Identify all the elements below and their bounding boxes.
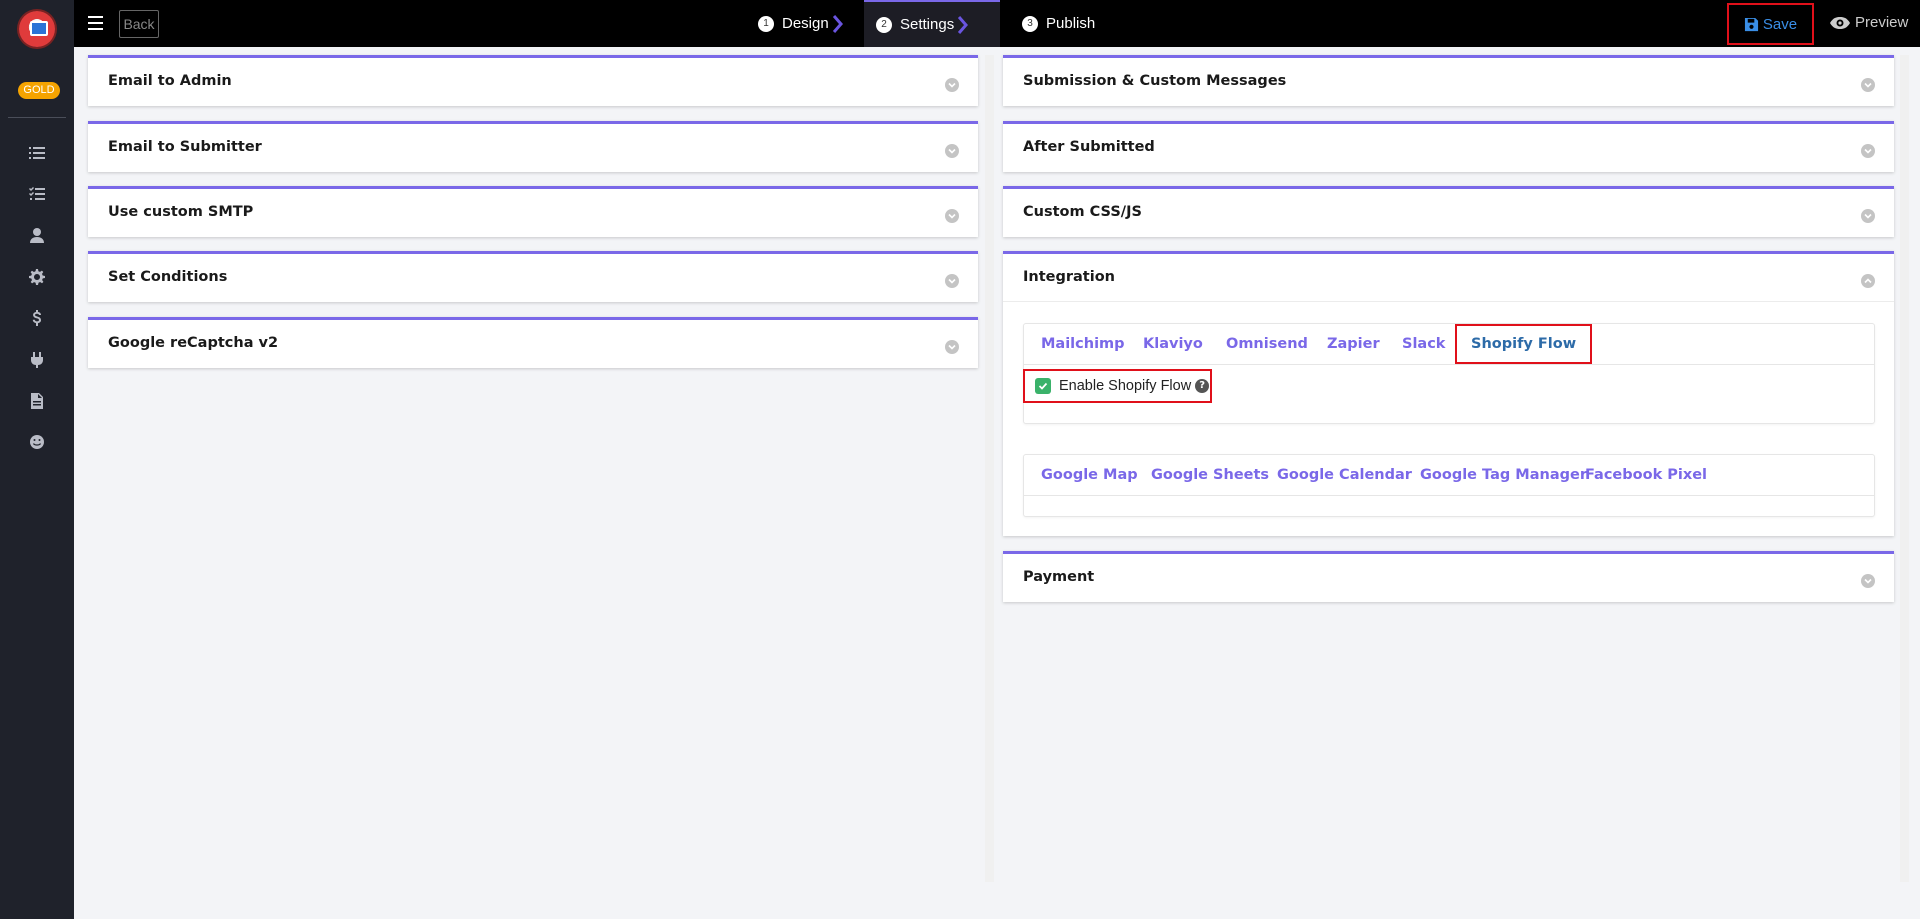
panel-title: Submission & Custom Messages: [1023, 73, 1287, 89]
chevron-down-icon[interactable]: [945, 144, 959, 158]
chevron-down-icon[interactable]: [1861, 574, 1875, 588]
floppy-disk-icon: [1744, 17, 1758, 31]
panel-title: Custom CSS/JS: [1023, 204, 1142, 220]
chevron-right-icon: [958, 15, 969, 34]
user-icon[interactable]: [27, 225, 47, 245]
back-button[interactable]: Back: [119, 10, 159, 38]
checkmark-icon: [1038, 382, 1048, 390]
gear-icon[interactable]: [27, 267, 47, 287]
chevron-right-icon: [832, 14, 843, 33]
chevron-up-icon[interactable]: [1861, 274, 1875, 288]
panel-after-submitted[interactable]: After Submitted: [1003, 121, 1894, 172]
plug-icon[interactable]: [27, 350, 47, 370]
enable-shopify-flow-option[interactable]: Enable Shopify Flow ?: [1023, 369, 1212, 403]
step-label: Settings: [900, 16, 955, 33]
enable-shopify-flow-label: Enable Shopify Flow: [1059, 378, 1192, 394]
panel-title: Integration: [1023, 269, 1115, 285]
panel-title: Set Conditions: [108, 269, 228, 285]
chevron-down-icon[interactable]: [945, 274, 959, 288]
tab-klaviyo[interactable]: Klaviyo: [1143, 324, 1203, 365]
chevron-down-icon[interactable]: [1861, 209, 1875, 223]
integration-tabs-secondary: Google Map Google Sheets Google Calendar…: [1023, 454, 1875, 517]
tab-google-map[interactable]: Google Map: [1041, 455, 1138, 496]
preview-button[interactable]: Preview: [1829, 14, 1908, 31]
preview-label: Preview: [1855, 14, 1909, 31]
top-bar: Back 1 Design 2 Settings 3 Publish Save …: [74, 0, 1920, 47]
integration-header[interactable]: Integration: [1003, 254, 1894, 302]
tab-facebook-pixel[interactable]: Facebook Pixel: [1585, 455, 1707, 496]
checklist-icon[interactable]: [27, 184, 47, 204]
chevron-down-icon[interactable]: [945, 340, 959, 354]
tab-shopify-flow[interactable]: Shopify Flow: [1455, 324, 1593, 364]
hamburger-menu-icon[interactable]: [88, 16, 103, 30]
step-publish[interactable]: 3 Publish: [1022, 0, 1132, 47]
step-number: 2: [876, 16, 892, 33]
panel-use-custom-smtp[interactable]: Use custom SMTP: [88, 186, 978, 237]
step-label: Publish: [1046, 15, 1096, 32]
eye-icon: [1830, 16, 1850, 29]
chevron-down-icon[interactable]: [1861, 144, 1875, 158]
panel-title: After Submitted: [1023, 139, 1155, 155]
plan-badge: GOLD: [18, 82, 60, 99]
smiley-icon[interactable]: [27, 432, 47, 452]
step-number: 1: [758, 15, 774, 32]
panel-google-recaptcha[interactable]: Google reCaptcha v2: [88, 317, 978, 368]
tab-slack[interactable]: Slack: [1402, 324, 1445, 365]
tab-google-tag-manager[interactable]: Google Tag Manager: [1420, 455, 1587, 496]
tab-row: Google Map Google Sheets Google Calendar…: [1024, 455, 1874, 496]
chevron-down-icon[interactable]: [945, 209, 959, 223]
tab-google-sheets[interactable]: Google Sheets: [1151, 455, 1269, 496]
panel-title: Email to Submitter: [108, 139, 262, 155]
right-column-scrollbar[interactable]: [1900, 55, 1909, 882]
chevron-down-icon[interactable]: [1861, 78, 1875, 92]
panel-title: Google reCaptcha v2: [108, 335, 279, 351]
panel-title: Use custom SMTP: [108, 204, 254, 220]
save-label: Save: [1762, 15, 1798, 33]
sidebar: GOLD: [0, 0, 74, 919]
tab-google-calendar[interactable]: Google Calendar: [1277, 455, 1412, 496]
chevron-down-icon[interactable]: [945, 78, 959, 92]
panel-title: Email to Admin: [108, 73, 232, 89]
document-icon[interactable]: [27, 391, 47, 411]
dollar-icon[interactable]: [27, 308, 47, 328]
app-logo[interactable]: [19, 11, 55, 47]
tab-row: Mailchimp Klaviyo Omnisend Zapier Slack …: [1024, 324, 1874, 365]
panel-email-to-admin[interactable]: Email to Admin: [88, 55, 978, 106]
enable-shopify-flow-checkbox[interactable]: [1035, 378, 1051, 394]
step-settings[interactable]: 2 Settings: [864, 0, 1000, 47]
panel-email-to-submitter[interactable]: Email to Submitter: [88, 121, 978, 172]
sidebar-divider: [8, 117, 66, 118]
save-button[interactable]: Save: [1727, 3, 1814, 45]
help-icon[interactable]: ?: [1195, 379, 1210, 393]
tab-omnisend[interactable]: Omnisend: [1226, 324, 1308, 365]
panel-set-conditions[interactable]: Set Conditions: [88, 251, 978, 302]
tab-mailchimp[interactable]: Mailchimp: [1041, 324, 1125, 365]
left-column-scrollbar[interactable]: [985, 55, 994, 882]
step-label: Design: [782, 15, 829, 32]
tab-zapier[interactable]: Zapier: [1327, 324, 1380, 365]
panel-submission-messages[interactable]: Submission & Custom Messages: [1003, 55, 1894, 106]
panel-custom-css-js[interactable]: Custom CSS/JS: [1003, 186, 1894, 237]
list-icon[interactable]: [27, 143, 47, 163]
panel-payment[interactable]: Payment: [1003, 551, 1894, 602]
panel-title: Payment: [1023, 569, 1095, 585]
step-number: 3: [1022, 15, 1038, 32]
